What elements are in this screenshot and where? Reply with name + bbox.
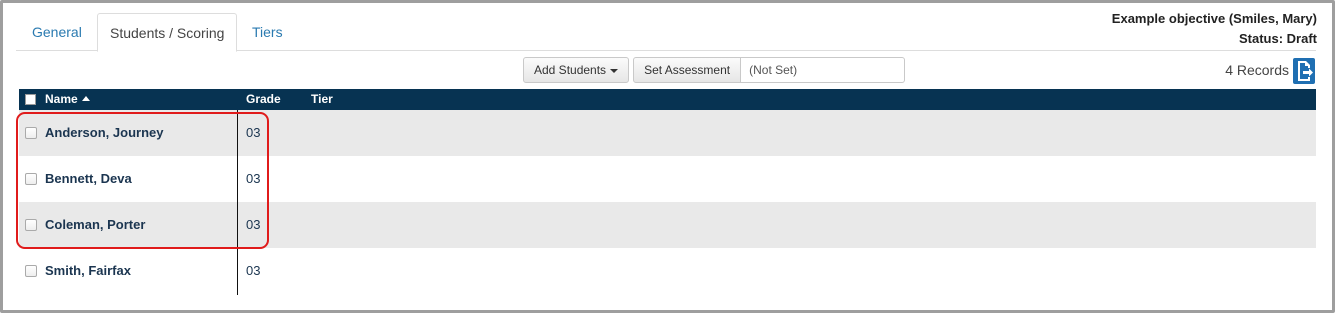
records-count: 4 Records <box>1225 62 1289 78</box>
tab-students-scoring[interactable]: Students / Scoring <box>97 13 238 52</box>
column-name-label: Name <box>45 92 78 106</box>
assessment-group: Set Assessment (Not Set) <box>633 57 906 83</box>
student-grade: 03 <box>246 263 261 278</box>
highlight-annotation <box>16 112 269 249</box>
student-name[interactable]: Smith, Fairfax <box>45 263 131 278</box>
add-students-label: Add Students <box>534 63 607 77</box>
objective-status: Status: Draft <box>1238 31 1317 46</box>
select-all-checkbox[interactable] <box>25 94 36 105</box>
column-header-grade[interactable]: Grade <box>246 89 281 110</box>
column-header-name[interactable]: Name <box>45 89 90 110</box>
tab-general[interactable]: General <box>20 13 94 51</box>
column-header-tier[interactable]: Tier <box>311 89 333 110</box>
table-header: Name Grade Tier <box>19 89 1316 110</box>
caret-down-icon <box>610 68 619 73</box>
assessment-field[interactable]: (Not Set) <box>741 57 906 83</box>
table-row: Smith, Fairfax 03 <box>19 248 1316 294</box>
export-icon[interactable] <box>1293 58 1315 84</box>
objective-title: Example objective (Smiles, Mary) <box>1111 11 1317 26</box>
toolbar: Add Students Set Assessment (Not Set) <box>523 57 906 83</box>
tab-tiers[interactable]: Tiers <box>240 13 295 51</box>
row-checkbox[interactable] <box>25 265 37 277</box>
add-students-button[interactable]: Add Students <box>523 57 630 83</box>
objective-info: Example objective (Smiles, Mary) Status:… <box>1112 9 1317 49</box>
sort-asc-icon <box>81 96 90 101</box>
set-assessment-button[interactable]: Set Assessment <box>633 57 742 83</box>
